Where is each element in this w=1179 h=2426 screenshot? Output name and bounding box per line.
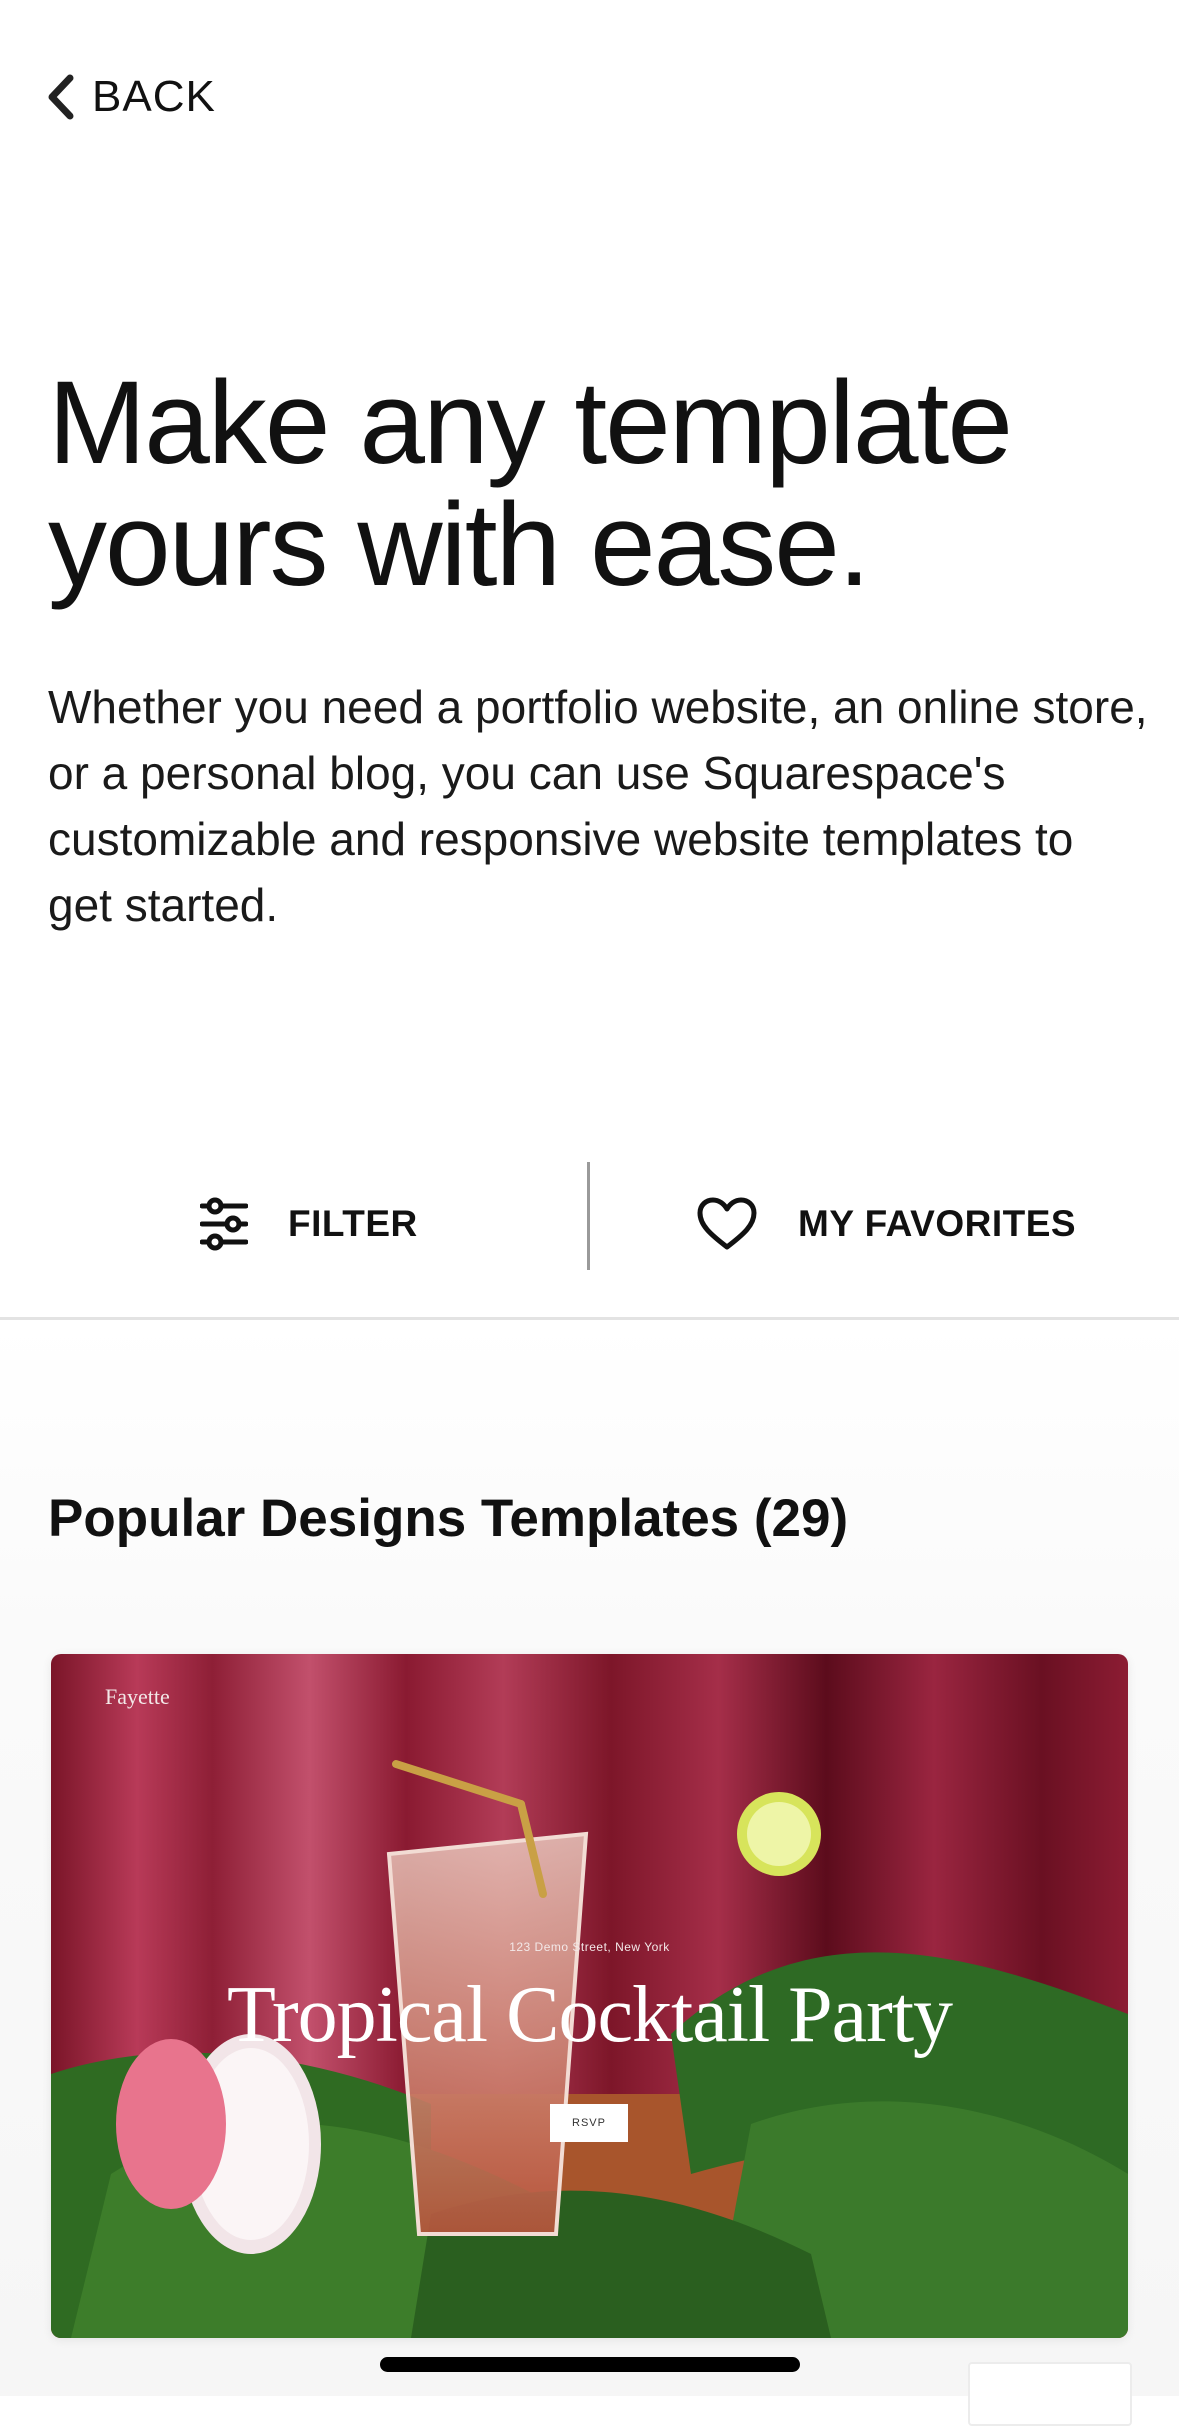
page-description: Whether you need a portfolio website, an… [48,681,1148,931]
filter-label: FILTER [288,1203,418,1244]
section-title: Popular Designs Templates (29) [48,1489,849,1548]
action-divider [587,1162,590,1270]
action-bar: FILTER MY FAVORITES [0,1162,1179,1286]
template-headline: Tropical Cocktail Party [226,1971,953,2059]
home-indicator[interactable] [380,2357,800,2372]
page-title: Make any template yours with ease. [48,362,1148,606]
next-template-card[interactable] [968,2362,1132,2426]
page-title-line-1: Make any template [48,357,1013,489]
my-favorites-button[interactable]: MY FAVORITES [696,1162,1076,1286]
back-button[interactable]: BACK [44,72,216,122]
filter-button[interactable]: FILTER [200,1162,418,1286]
template-rsvp-button: RSVP [550,2104,628,2142]
template-card[interactable]: Fayette 123 Demo Street, New York Tropic… [51,1654,1128,2338]
chevron-left-icon [48,74,74,120]
template-brand: Fayette [105,1684,170,1709]
heart-outline-icon [697,1197,757,1250]
page-title-line-2: yours with ease. [48,479,871,611]
my-favorites-label: MY FAVORITES [798,1203,1077,1244]
sliders-icon [200,1197,248,1251]
back-label: BACK [92,72,216,121]
template-address: 123 Demo Street, New York [509,1940,670,1954]
